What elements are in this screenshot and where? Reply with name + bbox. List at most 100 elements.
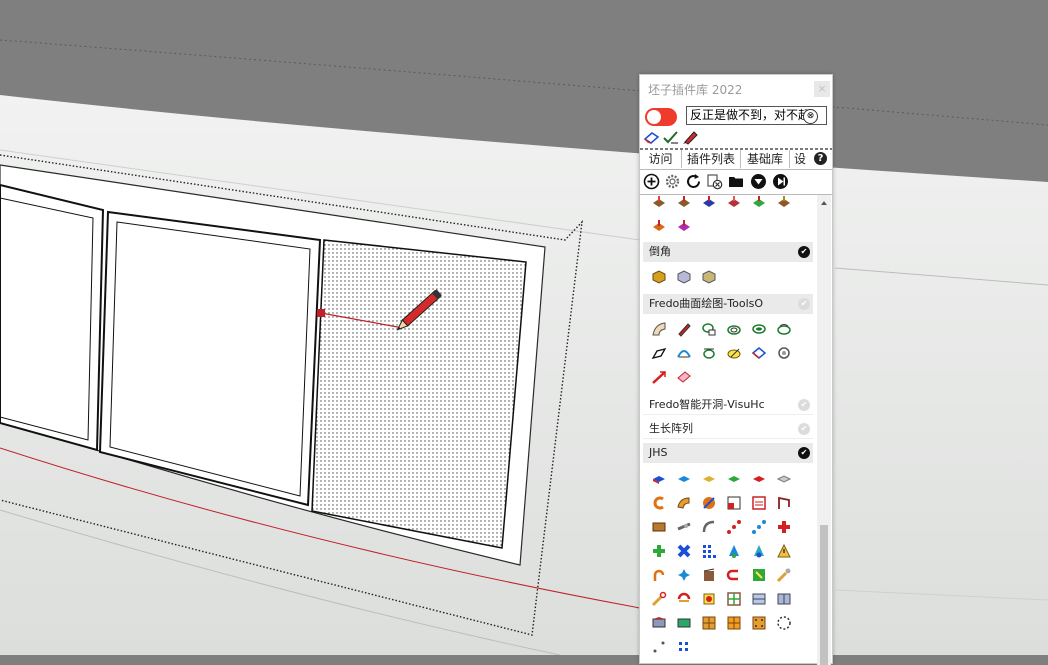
gear-icon[interactable] xyxy=(664,173,681,190)
jhs-tool-icon[interactable] xyxy=(726,543,742,559)
surface-tool-icon[interactable] xyxy=(776,345,792,361)
plugin-tool-icon[interactable] xyxy=(776,195,792,211)
jhs-tool-icon[interactable] xyxy=(651,615,667,631)
category-header[interactable]: 生长阵列 ✔ xyxy=(643,419,813,439)
jhs-tool-icon[interactable] xyxy=(676,567,692,583)
collapse-icon[interactable] xyxy=(750,173,767,190)
category-enabled-icon[interactable]: ✔ xyxy=(798,246,810,258)
jhs-tool-icon[interactable] xyxy=(751,543,767,559)
category-disabled-icon[interactable]: ✔ xyxy=(798,423,810,435)
chamfer-cube-icon[interactable] xyxy=(676,269,692,285)
surface-tool-icon[interactable] xyxy=(676,345,692,361)
plugin-tool-icon[interactable] xyxy=(651,195,667,211)
jhs-tool-icon[interactable] xyxy=(776,519,792,535)
jhs-tool-icon[interactable] xyxy=(676,543,692,559)
chamfer-cube-icon[interactable] xyxy=(651,269,667,285)
jhs-tool-icon[interactable] xyxy=(651,471,667,487)
sketchup-viewport[interactable] xyxy=(0,0,1048,655)
jhs-tool-icon[interactable] xyxy=(701,471,717,487)
jhs-tool-icon[interactable] xyxy=(651,567,667,583)
help-icon[interactable]: ? xyxy=(814,152,827,165)
panel-titlebar[interactable]: 坯子插件库 2022 × xyxy=(640,75,832,103)
scrollbar-thumb[interactable] xyxy=(820,525,828,665)
expand-icon[interactable] xyxy=(772,173,789,190)
jhs-tool-icon[interactable] xyxy=(651,495,667,511)
enable-toggle[interactable] xyxy=(645,108,677,126)
jhs-tool-icon[interactable] xyxy=(676,495,692,511)
jhs-tool-icon[interactable] xyxy=(751,615,767,631)
surface-tool-icon[interactable] xyxy=(751,321,767,337)
search-input[interactable]: 反正是做不到，对不起 ⊗ xyxy=(686,106,827,125)
scroll-up-icon[interactable] xyxy=(821,201,827,205)
jhs-tool-icon[interactable] xyxy=(676,519,692,535)
plugin-tool-icon[interactable] xyxy=(751,195,767,211)
surface-tool-icon[interactable] xyxy=(701,321,717,337)
folder-icon[interactable] xyxy=(728,173,745,190)
tab-settings[interactable]: 设置 xyxy=(790,150,816,168)
plugin-tool-icon[interactable] xyxy=(701,195,717,211)
jhs-tool-icon[interactable] xyxy=(726,615,742,631)
jhs-tool-icon[interactable] xyxy=(776,495,792,511)
jhs-tool-icon[interactable] xyxy=(701,567,717,583)
jhs-tool-icon[interactable] xyxy=(651,639,667,655)
jhs-tool-icon[interactable] xyxy=(726,471,742,487)
jhs-tool-icon[interactable] xyxy=(751,591,767,607)
jhs-tool-icon[interactable] xyxy=(676,471,692,487)
jhs-tool-icon[interactable] xyxy=(701,591,717,607)
tab-basic-library[interactable]: 基础库 xyxy=(741,150,790,168)
jhs-tool-icon[interactable] xyxy=(751,471,767,487)
clear-search-icon[interactable]: ⊗ xyxy=(803,109,818,124)
jhs-tool-icon[interactable] xyxy=(726,591,742,607)
pencil-icon[interactable] xyxy=(682,129,700,145)
plugin-tool-icon[interactable] xyxy=(651,219,667,235)
jhs-tool-icon[interactable] xyxy=(676,639,692,655)
list-scrollbar[interactable] xyxy=(817,195,831,665)
plugin-tool-icon[interactable] xyxy=(676,195,692,211)
window-pane-3-selected[interactable] xyxy=(311,239,527,549)
jhs-tool-icon[interactable] xyxy=(776,615,792,631)
category-header[interactable]: JHS ✔ xyxy=(643,443,813,463)
category-header[interactable]: 倒角 ✔ xyxy=(643,242,813,262)
jhs-tool-icon[interactable] xyxy=(651,543,667,559)
chamfer-cube-icon[interactable] xyxy=(701,269,717,285)
surface-tool-icon[interactable] xyxy=(726,345,742,361)
jhs-tool-icon[interactable] xyxy=(751,495,767,511)
jhs-tool-icon[interactable] xyxy=(701,543,717,559)
surface-tool-icon[interactable] xyxy=(676,369,692,385)
jhs-tool-icon[interactable] xyxy=(726,567,742,583)
plugin-tool-icon[interactable] xyxy=(676,219,692,235)
eraser-icon[interactable] xyxy=(643,129,661,145)
surface-tool-icon[interactable] xyxy=(676,321,692,337)
jhs-tool-icon[interactable] xyxy=(776,471,792,487)
jhs-tool-icon[interactable] xyxy=(651,591,667,607)
uninstall-icon[interactable] xyxy=(706,173,723,190)
category-disabled-icon[interactable]: ✔ xyxy=(798,298,810,310)
surface-tool-icon[interactable] xyxy=(651,345,667,361)
refresh-icon[interactable] xyxy=(685,173,702,190)
jhs-tool-icon[interactable] xyxy=(701,495,717,511)
surface-tool-icon[interactable] xyxy=(726,321,742,337)
category-enabled-icon[interactable]: ✔ xyxy=(798,447,810,459)
jhs-tool-icon[interactable] xyxy=(701,615,717,631)
surface-tool-icon[interactable] xyxy=(651,369,667,385)
jhs-tool-icon[interactable] xyxy=(726,495,742,511)
surface-tool-icon[interactable] xyxy=(751,345,767,361)
jhs-tool-icon[interactable] xyxy=(776,567,792,583)
add-icon[interactable] xyxy=(643,173,660,190)
jhs-tool-icon[interactable] xyxy=(776,591,792,607)
surface-tool-icon[interactable] xyxy=(651,321,667,337)
tab-visit[interactable]: 访问 xyxy=(640,150,682,168)
jhs-tool-icon[interactable] xyxy=(651,519,667,535)
jhs-tool-icon[interactable] xyxy=(751,519,767,535)
jhs-tool-icon[interactable] xyxy=(701,519,717,535)
tab-plugin-list[interactable]: 插件列表 xyxy=(682,150,741,169)
jhs-tool-icon[interactable] xyxy=(751,567,767,583)
jhs-tool-icon[interactable] xyxy=(676,615,692,631)
category-disabled-icon[interactable]: ✔ xyxy=(798,399,810,411)
category-header[interactable]: Fredo智能开洞-VisuHc ✔ xyxy=(643,395,813,415)
check-brush-icon[interactable] xyxy=(662,129,680,145)
plugin-tool-icon[interactable] xyxy=(726,195,742,211)
jhs-tool-icon[interactable] xyxy=(776,543,792,559)
jhs-tool-icon[interactable] xyxy=(676,591,692,607)
surface-tool-icon[interactable] xyxy=(776,321,792,337)
